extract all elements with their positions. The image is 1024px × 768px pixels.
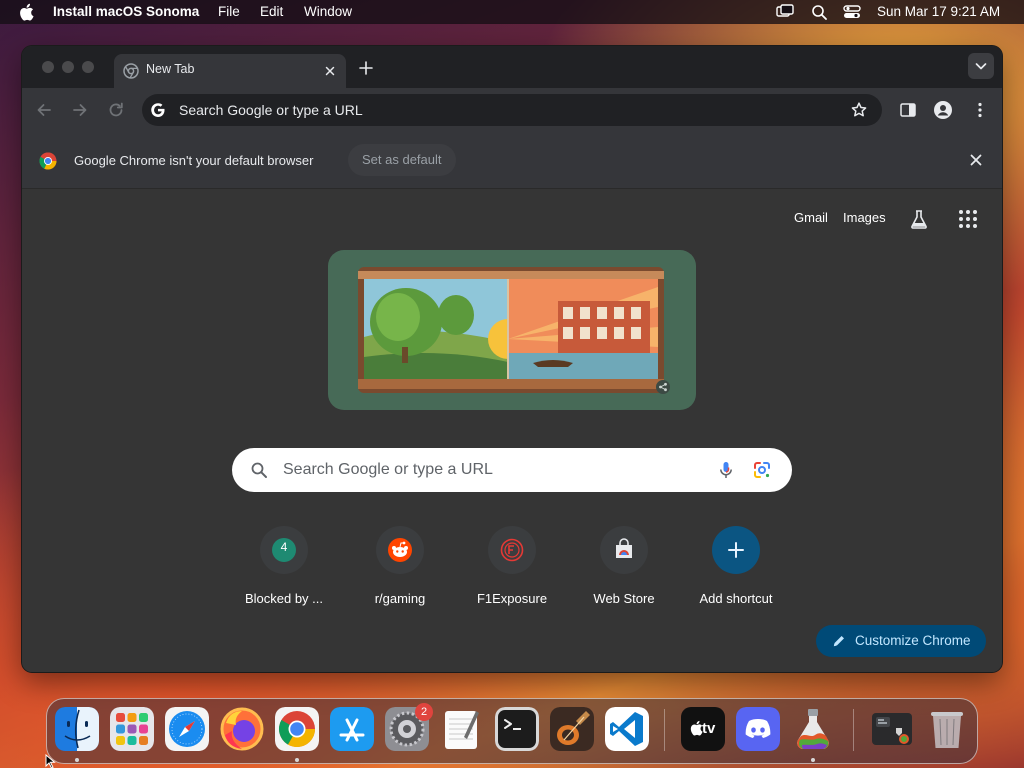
shortcut-tile[interactable] (600, 526, 648, 574)
shortcut-label: Add shortcut (699, 591, 773, 606)
tab-new-tab[interactable]: New Tab (114, 54, 346, 88)
mouse-cursor-icon (45, 754, 56, 768)
address-bar[interactable]: Search Google or type a URL (142, 94, 882, 126)
app-store-icon[interactable] (330, 707, 374, 751)
dock-separator (853, 709, 854, 751)
zoom-window-button[interactable] (82, 61, 94, 73)
add-shortcut-tile[interactable] (712, 526, 760, 574)
default-browser-infobar: Google Chrome isn't your default browser… (22, 132, 1002, 189)
settings-notification-badge: 2 (415, 703, 433, 721)
shortcut-blocked[interactable]: 4 Blocked by ... (229, 526, 339, 606)
finder-icon[interactable] (55, 707, 99, 751)
vscode-icon[interactable] (605, 707, 649, 751)
tab-search-button[interactable] (968, 53, 994, 79)
dock-separator (664, 709, 665, 751)
bookmark-star-icon[interactable] (850, 101, 868, 119)
google-apps-grid-icon[interactable] (957, 208, 979, 230)
browser-toolbar: Search Google or type a URL (22, 88, 1002, 132)
back-arrow-icon[interactable] (34, 100, 54, 120)
shortcut-tile[interactable] (488, 526, 536, 574)
active-app-name[interactable]: Install macOS Sonoma (53, 4, 199, 19)
tab-strip: New Tab (22, 46, 1002, 88)
apple-logo-icon (690, 720, 703, 736)
installer-running-indicator (811, 758, 815, 762)
shortcut-add[interactable]: Add shortcut (681, 526, 791, 606)
spotlight-search-icon[interactable] (811, 4, 829, 20)
firefox-icon[interactable] (220, 707, 264, 751)
gmail-link[interactable]: Gmail (794, 210, 828, 225)
shortcut-r-gaming[interactable]: r/gaming (345, 526, 455, 606)
shortcut-f1exposure[interactable]: F1Exposure (457, 526, 567, 606)
chrome-running-indicator (295, 758, 299, 762)
customize-chrome-button[interactable]: Customize Chrome (816, 625, 986, 657)
address-bar-placeholder: Search Google or type a URL (179, 102, 363, 118)
search-placeholder: Search Google or type a URL (283, 461, 493, 478)
menu-file[interactable]: File (218, 4, 240, 19)
launchpad-icon[interactable] (110, 707, 154, 751)
close-infobar-icon[interactable] (968, 152, 984, 168)
doodle-illustration (358, 267, 664, 393)
finder-running-indicator (75, 758, 79, 762)
shortcut-tile[interactable] (376, 526, 424, 574)
shortcut-label: Web Store (593, 591, 655, 606)
shortcut-label: F1Exposure (476, 591, 548, 606)
garageband-icon[interactable] (550, 707, 594, 751)
more-menu-icon[interactable] (970, 100, 990, 120)
customize-chrome-label: Customize Chrome (855, 633, 971, 648)
control-center-icon[interactable] (843, 4, 861, 20)
install-macos-sonoma-icon[interactable] (791, 707, 835, 751)
apple-tv-label: tv (702, 720, 716, 737)
menu-window[interactable]: Window (304, 4, 352, 19)
plus-icon (728, 542, 744, 558)
safari-icon[interactable] (165, 707, 209, 751)
terminal-icon[interactable] (495, 707, 539, 751)
google-search-box[interactable]: Search Google or type a URL (232, 448, 792, 492)
google-lens-icon[interactable] (752, 460, 772, 480)
profile-avatar-icon[interactable] (933, 100, 953, 120)
textedit-icon[interactable] (440, 707, 484, 751)
close-tab-icon[interactable] (322, 63, 338, 79)
images-link[interactable]: Images (843, 210, 886, 225)
google-g-icon (151, 103, 165, 117)
chrome-icon[interactable] (275, 707, 319, 751)
set-as-default-button[interactable]: Set as default (348, 144, 456, 176)
web-store-icon (616, 538, 632, 558)
new-tab-page: Gmail Images Search Google or type a URL… (22, 189, 1002, 672)
screen-mirroring-icon[interactable] (776, 4, 794, 20)
google-doodle[interactable] (328, 250, 696, 410)
reddit-icon (388, 538, 412, 562)
chrome-favicon-icon (123, 63, 139, 79)
close-window-button[interactable] (42, 61, 54, 73)
shortcut-web-store[interactable]: Web Store (569, 526, 679, 606)
voice-search-mic-icon[interactable] (716, 460, 736, 480)
forward-arrow-icon[interactable] (70, 100, 90, 120)
f1exposure-icon (500, 538, 524, 562)
shortcut-label: Blocked by ... (244, 591, 324, 606)
menu-edit[interactable]: Edit (260, 4, 283, 19)
shortcut-letter: 4 (280, 540, 288, 554)
minimize-window-button[interactable] (62, 61, 74, 73)
side-panel-icon[interactable] (898, 100, 918, 120)
downloads-stack-icon[interactable] (870, 707, 914, 751)
discord-icon[interactable] (736, 707, 780, 751)
reload-icon[interactable] (106, 100, 126, 120)
tab-title: New Tab (146, 62, 195, 76)
dock: 2 tv (46, 698, 978, 764)
chrome-logo-icon (39, 152, 57, 170)
share-doodle-icon[interactable] (656, 380, 670, 394)
trash-icon[interactable] (925, 707, 969, 751)
apple-menu-icon[interactable] (18, 3, 34, 21)
chevron-down-icon (975, 63, 987, 70)
labs-flask-icon[interactable] (908, 208, 930, 230)
menu-bar: Install macOS Sonoma File Edit Window Su… (0, 0, 1024, 24)
apple-tv-icon[interactable]: tv (681, 707, 725, 751)
shortcut-label: r/gaming (374, 591, 426, 606)
infobar-message: Google Chrome isn't your default browser (74, 153, 314, 168)
pencil-icon (833, 636, 844, 647)
new-tab-icon[interactable] (356, 58, 376, 78)
chrome-window: New Tab Search Google or type a URL Goog… (22, 46, 1002, 672)
search-icon (251, 462, 267, 478)
shortcut-tile[interactable]: 4 (260, 526, 308, 574)
menubar-clock[interactable]: Sun Mar 17 9:21 AM (877, 4, 1000, 19)
